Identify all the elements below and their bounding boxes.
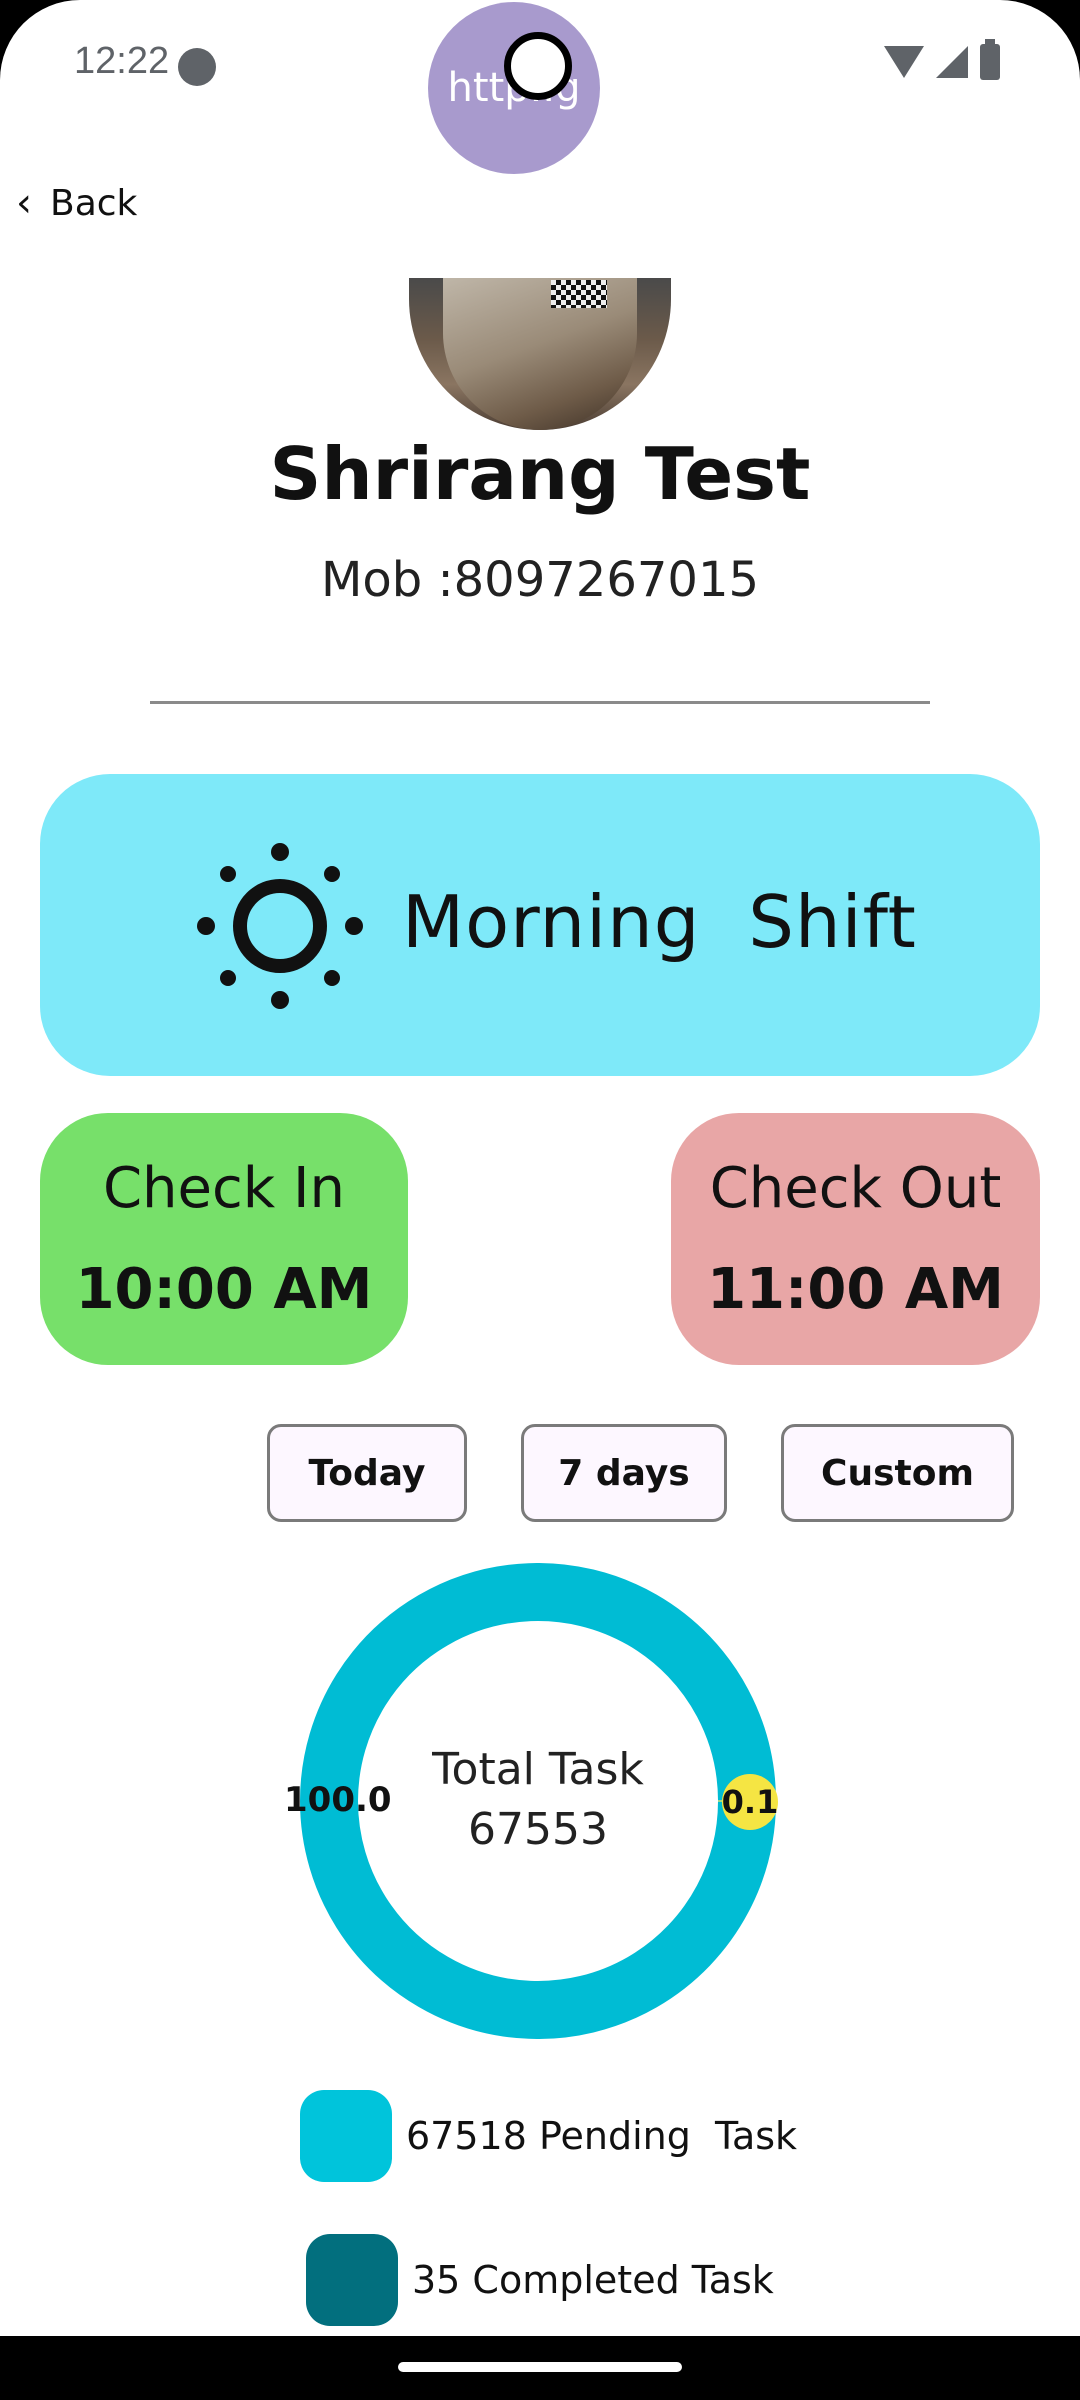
avatar-photo-detail: [551, 280, 607, 308]
camera-cutout: [504, 32, 572, 100]
slice-label-pending: 100.0: [284, 1780, 392, 1820]
divider: [150, 701, 930, 704]
home-gesture-handle[interactable]: [398, 2362, 682, 2372]
legend-pending: 67518 Pending Task: [300, 2090, 797, 2182]
avatar: [409, 278, 671, 430]
wifi-icon: [884, 46, 924, 78]
seven-days-filter-button[interactable]: 7 days: [521, 1424, 727, 1522]
signal-icon: [936, 46, 968, 78]
check-out-time: 11:00 AM: [707, 1257, 1004, 1322]
check-out-title: Check Out: [709, 1156, 1002, 1221]
legend-swatch-pending: [300, 2090, 392, 2182]
notification-dot-icon: [178, 48, 216, 86]
slice-label-small: 0.1: [722, 1774, 778, 1830]
status-icons: [884, 39, 1000, 80]
profile-name: Shrirang Test: [269, 432, 811, 516]
check-in-time: 10:00 AM: [75, 1257, 373, 1322]
legend-swatch-completed: [306, 2234, 398, 2326]
avatar-photo: [443, 278, 637, 430]
check-out-card[interactable]: Check Out 11:00 AM: [671, 1113, 1040, 1365]
legend-completed: 35 Completed Task: [306, 2234, 774, 2326]
battery-icon: [980, 39, 1000, 80]
back-label: Back: [50, 182, 138, 224]
custom-filter-button[interactable]: Custom: [781, 1424, 1014, 1522]
check-in-title: Check In: [102, 1156, 346, 1221]
chevron-left-icon: ‹: [16, 180, 32, 226]
legend-pending-label: 67518 Pending Task: [406, 2114, 798, 2158]
shift-label: Morning Shift: [402, 880, 917, 964]
screen: 12:22 http..g ‹ Back Shrirang Test Mob :…: [0, 0, 1080, 2400]
today-filter-button[interactable]: Today: [267, 1424, 467, 1522]
check-in-card[interactable]: Check In 10:00 AM: [40, 1113, 408, 1365]
sun-icon: [197, 843, 363, 1009]
status-time: 12:22: [74, 40, 170, 82]
back-button[interactable]: ‹ Back: [16, 180, 137, 226]
profile-mobile: Mob :8097267015: [320, 552, 760, 608]
legend-completed-label: 35 Completed Task: [412, 2258, 774, 2302]
